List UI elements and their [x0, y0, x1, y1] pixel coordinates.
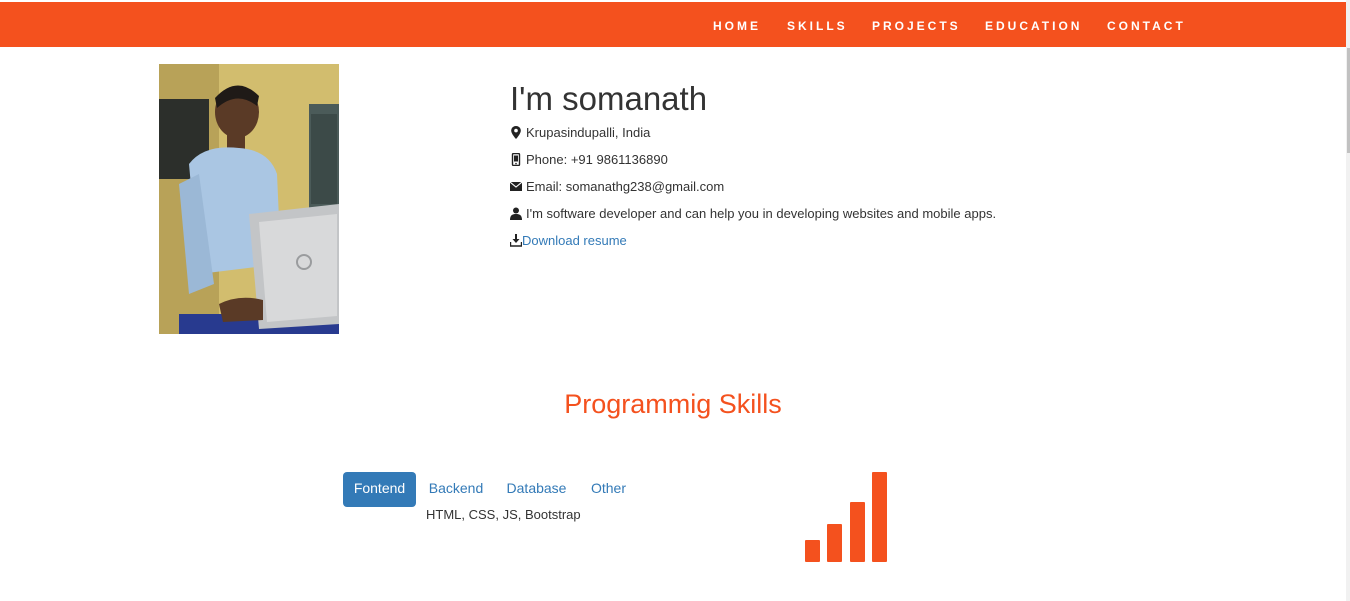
skills-title: Programmig Skills [564, 389, 782, 419]
tab-content-text: HTML, CSS, JS, Bootstrap [426, 507, 581, 522]
phone-row: Phone: +91 9861136890 [510, 152, 668, 168]
nav-home[interactable]: HOME [713, 19, 761, 33]
nav-skills[interactable]: SKILLS [787, 19, 848, 33]
tab-frontend[interactable]: Fontend [343, 472, 416, 507]
phone-icon [511, 153, 521, 166]
navbar: HOME SKILLS PROJECTS EDUCATION CONTACT [0, 2, 1346, 47]
about-text: I'm software developer and can help you … [526, 206, 997, 221]
tab-other[interactable]: Other [585, 472, 632, 507]
signal-bar-1 [805, 540, 820, 562]
location-row: Krupasindupalli, India [510, 125, 650, 141]
about-row: I'm software developer and can help you … [510, 206, 996, 222]
profile-heading: I'm somanath [510, 80, 708, 117]
nav-projects[interactable]: PROJECTS [872, 19, 961, 33]
email-text: Email: somanathg238@gmail.com [526, 179, 725, 194]
tab-backend[interactable]: Backend [423, 472, 489, 507]
profile-photo [159, 64, 339, 334]
map-marker-icon [511, 126, 521, 139]
envelope-icon [510, 181, 522, 191]
download-resume-link[interactable]: Download resume [522, 233, 627, 248]
signal-bar-4 [872, 472, 887, 562]
location-text: Krupasindupalli, India [526, 125, 651, 140]
resume-row: Download resume [510, 233, 627, 249]
tab-database[interactable]: Database [502, 472, 571, 507]
email-row: Email: somanathg238@gmail.com [510, 179, 724, 195]
phone-text: Phone: +91 9861136890 [526, 152, 668, 167]
user-icon [510, 207, 522, 220]
signal-bar-3 [850, 502, 865, 562]
nav-contact[interactable]: CONTACT [1107, 19, 1186, 33]
download-icon [510, 234, 522, 247]
signal-bar-2 [827, 524, 842, 562]
nav-education[interactable]: EDUCATION [985, 19, 1082, 33]
